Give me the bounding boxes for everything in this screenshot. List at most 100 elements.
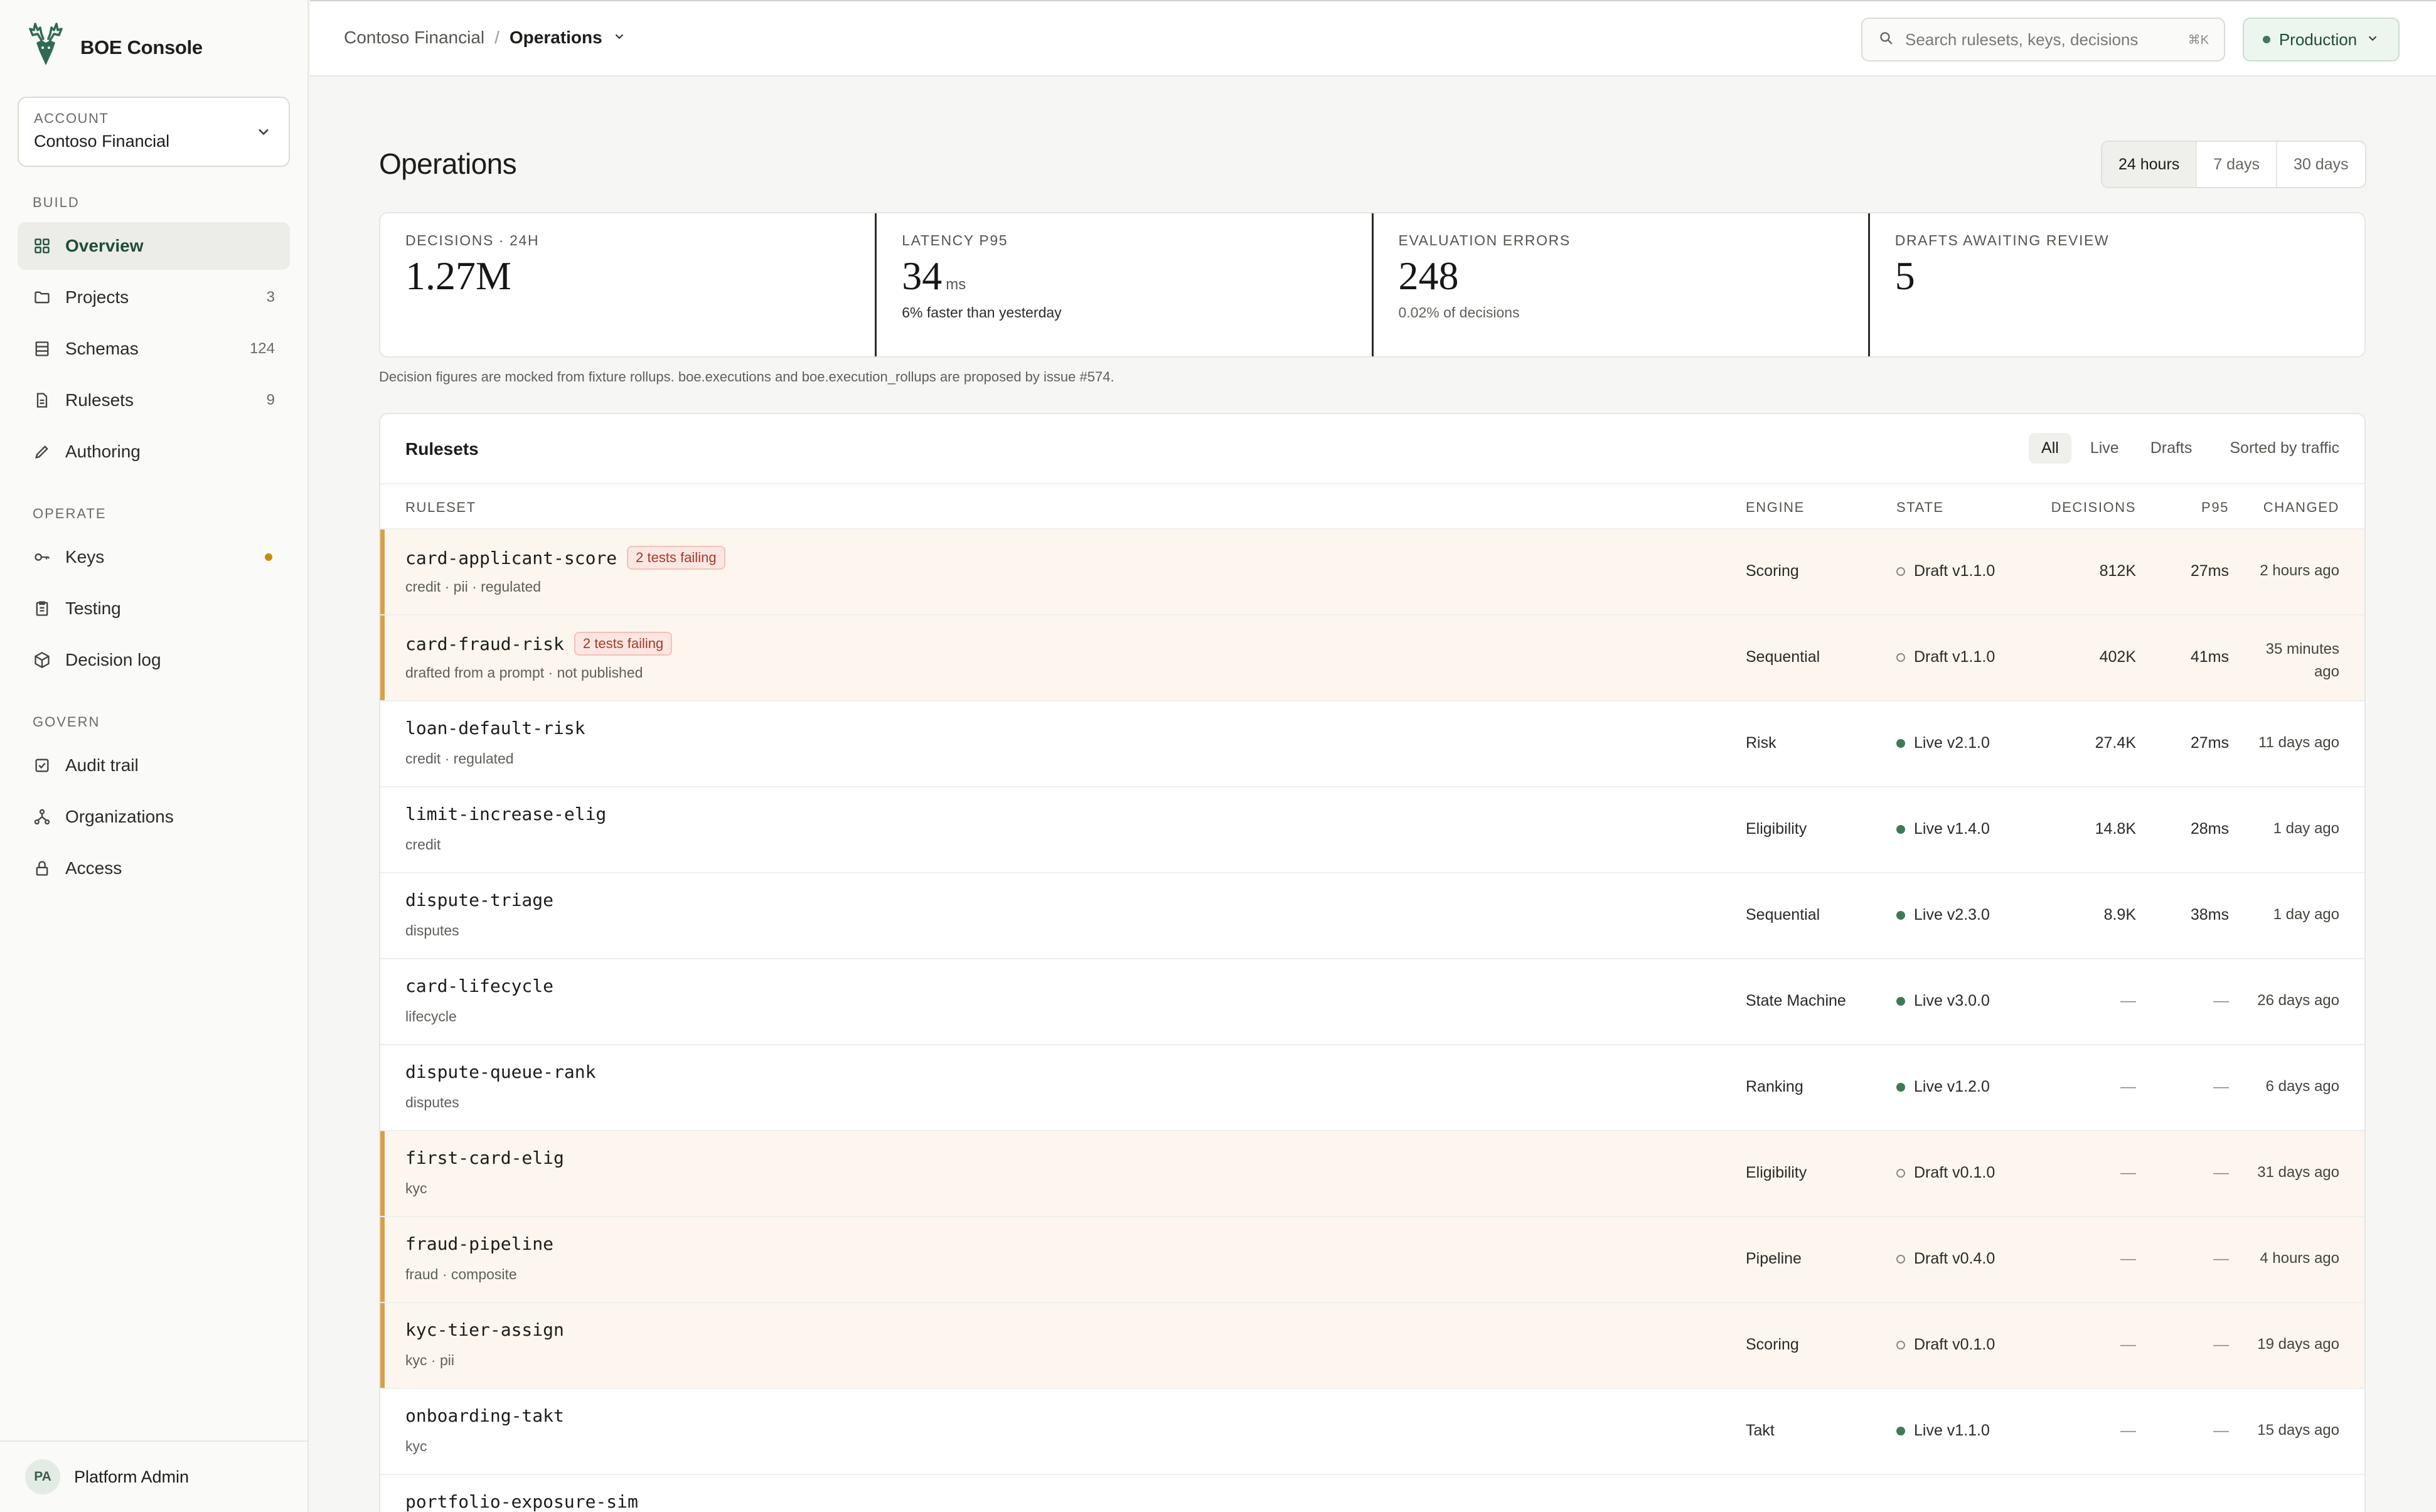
rulesets-panel: Rulesets All Live Drafts Sorted by traff… [379,413,2366,1512]
ruleset-name[interactable]: dispute-triage [405,890,553,910]
p95-cell: — [2213,1164,2229,1181]
brand[interactable]: BOE Console [24,21,203,73]
p95-cell: 27ms [2190,562,2229,580]
account-switcher[interactable]: Account Contoso Financial [18,97,290,167]
live-status-dot [1896,738,1905,748]
breadcrumb-separator: / [494,28,499,47]
ruleset-name[interactable]: card-lifecycle [405,976,553,996]
filter-live[interactable]: Live [2078,433,2132,464]
ruleset-name[interactable]: kyc-tier-assign [405,1319,564,1340]
stat-errors: Evaluation errors 248 0.02% of decisions [1371,213,1868,356]
col-changed[interactable]: Changed [2263,499,2339,516]
ruleset-tags: kyc [405,1180,427,1196]
ruleset-name-cell: first-card-elig [405,1147,564,1168]
decisions-cell: — [2120,1250,2136,1267]
col-engine[interactable]: Engine [1746,499,1805,516]
user-menu[interactable]: PA Platform Admin [0,1440,309,1512]
changed-cell: 35 minutes ago [2265,641,2339,680]
ruleset-name[interactable]: limit-increase-elig [405,804,606,824]
sidebar-item-authoring[interactable]: Authoring [18,428,290,476]
ruleset-name-cell: portfolio-exposure-sim [405,1491,638,1512]
range-30-days[interactable]: 30 days [2275,142,2365,187]
filter-drafts[interactable]: Drafts [2138,433,2205,464]
range-24-hours[interactable]: 24 hours [2102,142,2196,187]
state-label: Live v1.1.0 [1914,1422,1990,1439]
sidebar-item-label: Rulesets [65,390,134,410]
filter-all[interactable]: All [2029,433,2071,464]
col-p95[interactable]: P95 [2201,499,2229,516]
chevron-down-icon[interactable] [612,28,626,48]
sort-label[interactable]: Sorted by traffic [2230,439,2339,457]
changed-cell: 6 days ago [2265,1078,2339,1095]
table-row[interactable]: first-card-elig kyc Eligibility Draft v0.1.… [380,1131,2364,1217]
ruleset-name[interactable]: loan-default-risk [405,718,585,738]
nav-section-build: Build [33,194,80,210]
table-row[interactable]: limit-increase-elig credit Eligibility Live… [380,787,2364,873]
changed-cell: 2 hours ago [2260,562,2339,579]
stats-strip: Decisions · 24h 1.27M Latency P95 34 ms 6… [379,212,2366,358]
org-icon [33,807,51,826]
col-ruleset[interactable]: Ruleset [405,499,476,516]
table-row[interactable]: card-fraud-risk 2 tests failing drafted fr… [380,615,2364,701]
sidebar-item-rulesets[interactable]: Rulesets 9 [18,376,290,424]
state-cell: Draft v0.1.0 [1896,1164,1995,1182]
col-state[interactable]: State [1896,499,1944,516]
sidebar-item-label: Schemas [65,339,139,358]
checkbox-icon [33,756,51,775]
draft-status-dot [1896,1340,1905,1350]
document-icon [33,391,51,410]
ruleset-name-cell: loan-default-risk [405,718,585,738]
app-name: BOE Console [80,36,203,58]
state-cell: Live v3.0.0 [1896,992,1990,1010]
stat-drafts[interactable]: Drafts awaiting review 5 [1867,213,2364,356]
ruleset-name[interactable]: onboarding-takt [405,1405,564,1426]
changed-cell: 11 days ago [2258,734,2339,751]
sidebar-item-projects[interactable]: Projects 3 [18,274,290,321]
ruleset-name[interactable]: dispute-queue-rank [405,1062,596,1082]
sidebar-item-overview[interactable]: Overview [18,222,290,270]
ruleset-name[interactable]: first-card-elig [405,1147,564,1168]
sidebar-item-schemas[interactable]: Schemas 124 [18,325,290,373]
chevron-down-icon [255,123,272,145]
ruleset-name-cell: dispute-triage [405,890,553,910]
state-cell: Live v1.1.0 [1896,1422,1990,1440]
state-label: Draft v0.4.0 [1914,1250,1995,1267]
col-decisions[interactable]: Decisions [2051,499,2136,516]
table-row[interactable]: fraud-pipeline fraud · composite Pipeline D… [380,1217,2364,1303]
table-row[interactable]: card-applicant-score 2 tests failing credi… [380,530,2364,615]
table-row[interactable]: dispute-triage disputes Sequential Live v2.… [380,873,2364,959]
sidebar-item-testing[interactable]: Testing [18,585,290,632]
sidebar-item-label: Overview [65,236,144,255]
sidebar-item-decision-log[interactable]: Decision log [18,636,290,684]
table-header: Ruleset Engine State Decisions P95 Chang… [380,484,2364,530]
rulesets-panel-header: Rulesets All Live Drafts Sorted by traff… [380,414,2364,484]
ruleset-name[interactable]: fraud-pipeline [405,1233,553,1254]
ruleset-name[interactable]: card-applicant-score [405,548,617,568]
ruleset-name-cell: card-fraud-risk 2 tests failing [405,632,673,656]
ruleset-tags: credit [405,836,441,853]
table-row[interactable]: card-lifecycle lifecycle State Machine Live… [380,959,2364,1045]
table-row[interactable]: onboarding-takt kyc Takt Live v1.1.0 — — 15 da… [380,1389,2364,1475]
engine-cell: Eligibility [1746,1164,1807,1181]
search-input[interactable] [1905,29,2177,50]
table-row[interactable]: loan-default-risk credit · regulated Risk L… [380,701,2364,787]
breadcrumb-org[interactable]: Contoso Financial [344,28,484,48]
sidebar: BOE Console Account Contoso Financial Bu… [0,0,309,1512]
sidebar-item-audit-trail[interactable]: Audit trail [18,742,290,789]
sidebar-item-access[interactable]: Access [18,844,290,892]
table-row[interactable]: kyc-tier-assign kyc · pii Scoring Draft v0.… [380,1303,2364,1389]
engine-cell: Ranking [1746,1078,1803,1095]
ruleset-name[interactable]: portfolio-exposure-sim [405,1491,638,1512]
table-row[interactable]: dispute-queue-rank disputes Ranking Live v1… [380,1045,2364,1131]
ruleset-name[interactable]: card-fraud-risk [405,634,564,654]
breadcrumb-current[interactable]: Operations [510,28,602,48]
sidebar-item-keys[interactable]: Keys [18,533,290,581]
stat-value: 34 [902,253,943,298]
decisions-cell: — [2120,1422,2136,1439]
ruleset-tags: kyc [405,1438,427,1454]
search-box[interactable]: ⌘K [1861,18,2225,61]
environment-switcher[interactable]: Production [2243,18,2400,61]
sidebar-item-organizations[interactable]: Organizations [18,793,290,841]
table-row[interactable]: portfolio-exposure-sim [380,1475,2364,1512]
range-7-days[interactable]: 7 days [2196,142,2276,187]
